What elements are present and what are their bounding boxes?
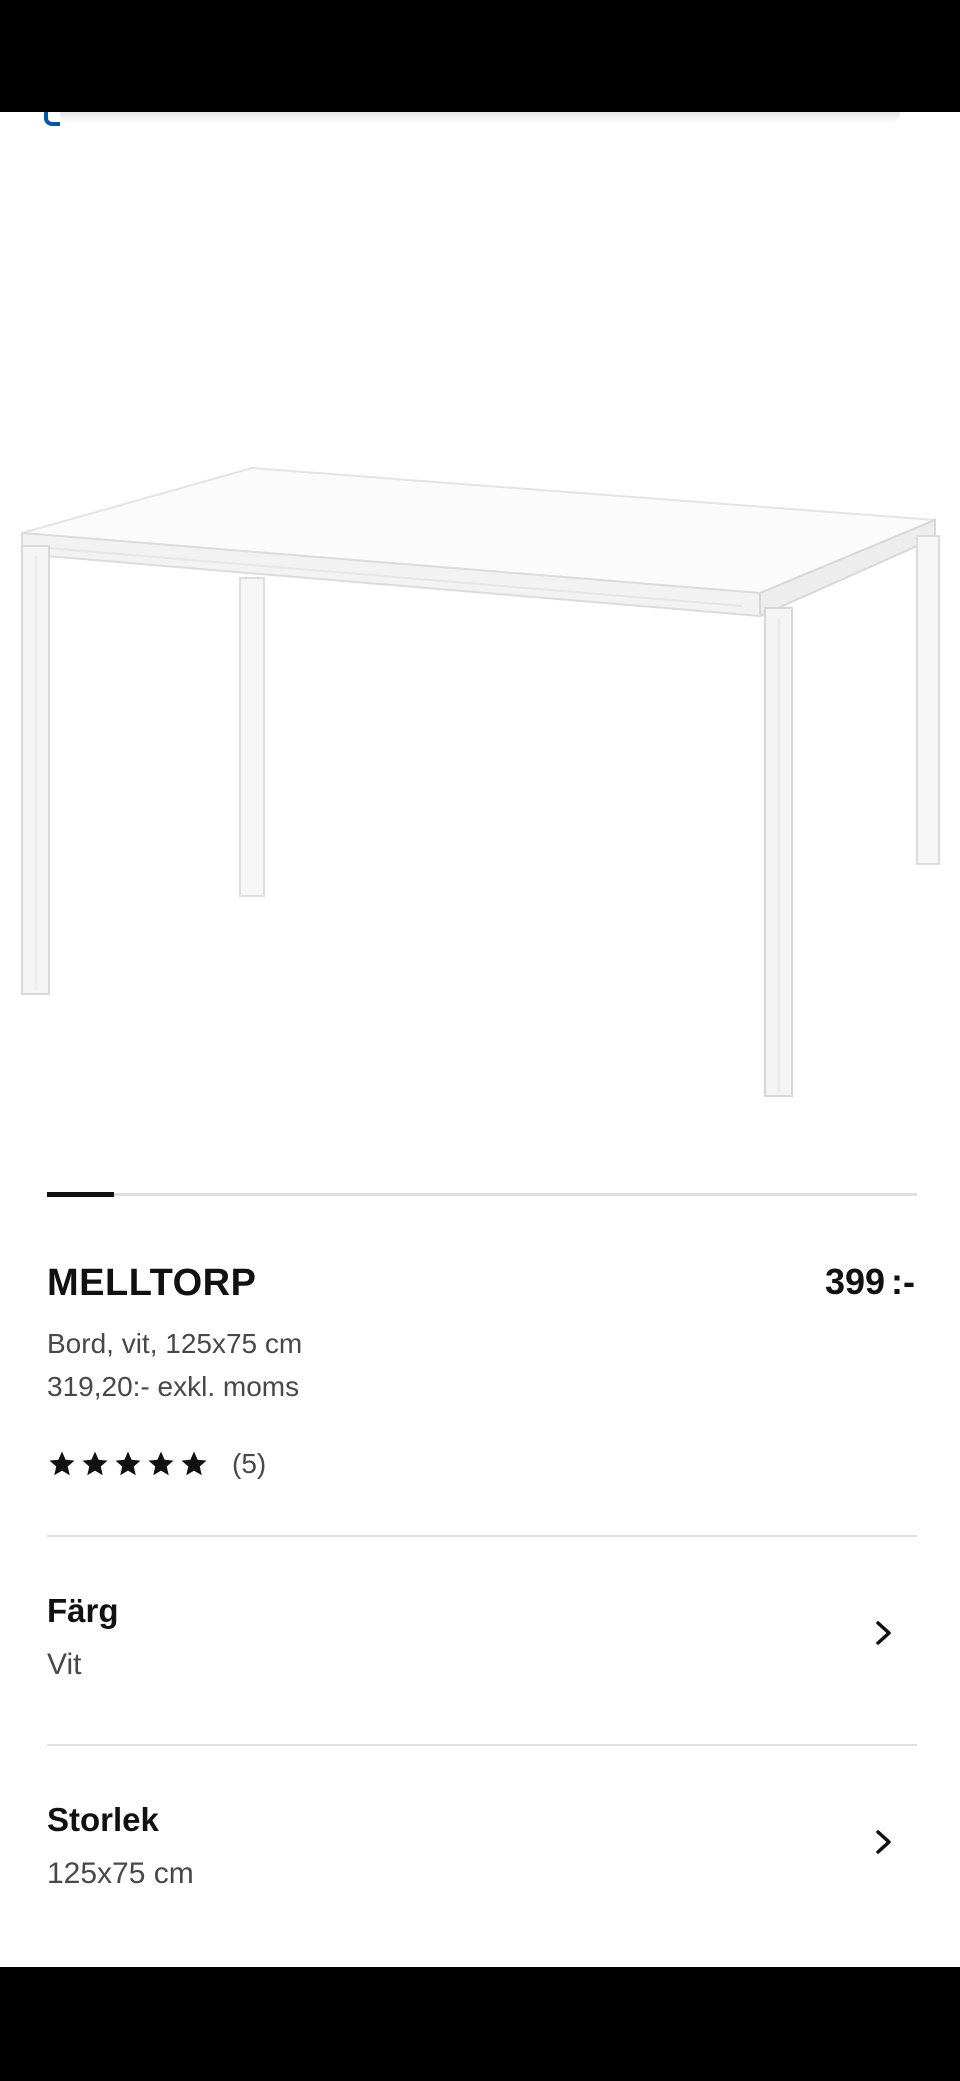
back-arrow-icon[interactable] <box>44 112 60 126</box>
option-color-value: Vit <box>47 1648 82 1681</box>
star-icon <box>82 1451 108 1476</box>
product-rating[interactable]: (5) <box>47 1448 266 1480</box>
status-bar <box>0 0 960 112</box>
star-icon <box>181 1451 207 1476</box>
price-suffix: :- <box>891 1261 915 1302</box>
table-illustration <box>21 466 940 1097</box>
option-color-label: Färg <box>47 1592 119 1629</box>
chevron-right-icon <box>876 1621 891 1645</box>
rating-stars <box>47 1449 209 1479</box>
star-icon <box>115 1451 141 1476</box>
option-color[interactable]: Färg Vit <box>47 1592 917 1712</box>
option-size-label: Storlek <box>47 1801 159 1838</box>
image-carousel-indicator <box>47 1192 917 1197</box>
divider <box>47 1744 917 1746</box>
price-value: 399 <box>824 1261 886 1302</box>
product-page: MELLTORP 399 :- Bord, vit, 125x75 cm 319… <box>0 112 960 1967</box>
navigation-bar <box>0 1967 960 2081</box>
chevron-right-icon <box>876 1830 891 1854</box>
star-icon <box>148 1451 174 1476</box>
header-shadow <box>60 112 900 124</box>
divider <box>47 1535 917 1537</box>
product-name: MELLTORP <box>47 1262 257 1304</box>
product-description: Bord, vit, 125x75 cm <box>47 1328 303 1359</box>
price-excl-vat: 319,20:- exkl. moms <box>47 1371 300 1402</box>
carousel-active-thumb <box>47 1192 114 1197</box>
option-size[interactable]: Storlek 125x75 cm <box>47 1801 917 1921</box>
option-size-value: 125x75 cm <box>47 1857 194 1890</box>
product-price: 399 :- <box>825 1261 915 1303</box>
product-image[interactable] <box>0 320 960 1140</box>
rating-count: (5) <box>232 1448 267 1479</box>
star-icon <box>49 1451 75 1476</box>
